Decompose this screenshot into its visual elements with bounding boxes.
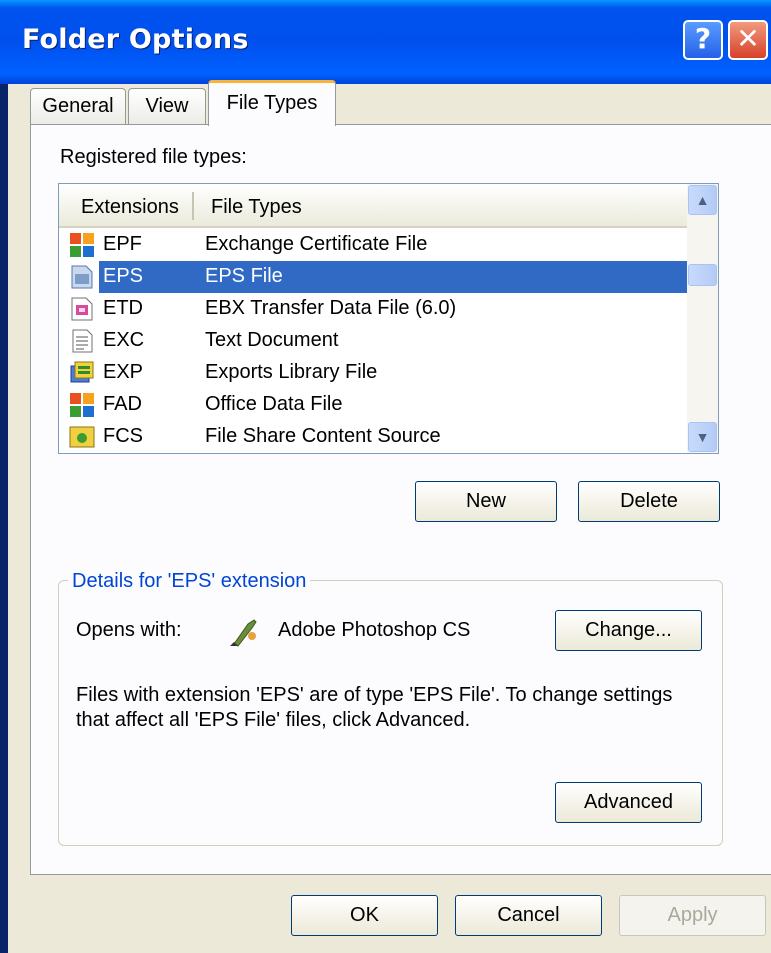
extension-cell: EXP <box>103 361 144 383</box>
window-title: Folder Options <box>22 24 249 55</box>
file-type-cell: EPS File <box>205 265 283 287</box>
change-button-label: Change... <box>585 619 672 641</box>
exports-library-icon <box>70 361 94 383</box>
new-button-label: New <box>465 490 506 512</box>
extension-cell: FCS <box>103 425 143 447</box>
list-item[interactable]: EXC Text Document <box>59 325 687 357</box>
delete-button-label: Delete <box>620 490 678 512</box>
column-divider[interactable] <box>192 192 194 220</box>
close-button[interactable]: ✕ <box>728 20 768 60</box>
delete-button[interactable]: Delete <box>578 481 720 522</box>
list-item[interactable]: FCS File Share Content Source <box>59 421 687 453</box>
details-description: Files with extension 'EPS' are of type '… <box>76 684 673 731</box>
apply-button-label: Apply <box>667 904 718 926</box>
ebx-file-icon <box>71 297 93 321</box>
file-type-cell: Office Data File <box>205 393 343 415</box>
list-header: Extensions File Types <box>59 184 687 228</box>
list-item[interactable]: ETD EBX Transfer Data File (6.0) <box>59 293 687 325</box>
change-button[interactable]: Change... <box>555 610 702 651</box>
tab-general[interactable]: General <box>30 88 126 125</box>
details-group-title: Details for 'EPS' extension <box>68 570 311 593</box>
file-type-cell: Exports Library File <box>205 361 378 383</box>
file-types-list[interactable]: Extensions File Types EPF Exchange Certi… <box>58 183 719 454</box>
list-item[interactable]: EPF Exchange Certificate File <box>59 229 687 261</box>
apply-button[interactable]: Apply <box>619 895 766 936</box>
registered-file-types-label: Registered file types: <box>60 146 247 168</box>
vertical-scrollbar[interactable]: ▲ ▼ <box>687 184 718 453</box>
scrollbar-thumb[interactable] <box>688 264 717 286</box>
opens-with-label: Opens with: <box>76 619 182 641</box>
ok-button-label: OK <box>350 904 379 926</box>
file-type-cell: File Share Content Source <box>205 425 441 447</box>
extension-cell: EPF <box>103 233 142 255</box>
eps-file-icon <box>71 265 93 289</box>
tab-view[interactable]: View <box>128 88 206 125</box>
office-data-icon <box>70 393 94 417</box>
cancel-button[interactable]: Cancel <box>455 895 602 936</box>
ok-button[interactable]: OK <box>291 895 438 936</box>
extension-cell: FAD <box>103 393 142 415</box>
scroll-up-arrow-icon[interactable]: ▲ <box>688 185 717 215</box>
advanced-button[interactable]: Advanced <box>555 782 702 823</box>
office-data-icon <box>70 233 94 257</box>
extension-cell: EPS <box>103 265 144 287</box>
extension-cell: ETD <box>103 297 143 319</box>
column-header-extensions[interactable]: Extensions <box>81 196 179 219</box>
list-item[interactable]: EXP Exports Library File <box>59 357 687 389</box>
list-item[interactable]: FAD Office Data File <box>59 389 687 421</box>
cancel-button-label: Cancel <box>497 904 560 926</box>
file-type-cell: Exchange Certificate File <box>205 233 428 255</box>
column-header-file-types[interactable]: File Types <box>211 196 302 219</box>
file-type-cell: EBX Transfer Data File (6.0) <box>205 297 457 319</box>
file-type-cell: Text Document <box>205 329 339 351</box>
title-bar[interactable]: Folder Options ? ✕ <box>0 0 771 84</box>
tab-file-types[interactable]: File Types <box>208 80 336 126</box>
photoshop-icon <box>230 619 257 647</box>
extension-cell: EXC <box>103 329 145 351</box>
help-button[interactable]: ? <box>683 20 723 60</box>
file-share-icon <box>69 426 95 448</box>
advanced-button-label: Advanced <box>584 791 673 813</box>
opens-with-app-name: Adobe Photoshop CS <box>278 619 471 641</box>
text-document-icon <box>72 329 93 353</box>
scroll-down-arrow-icon[interactable]: ▼ <box>688 422 717 452</box>
selection-highlight <box>99 261 687 293</box>
new-button[interactable]: New <box>415 481 557 522</box>
list-item-selected[interactable]: EPS EPS File <box>59 261 687 293</box>
